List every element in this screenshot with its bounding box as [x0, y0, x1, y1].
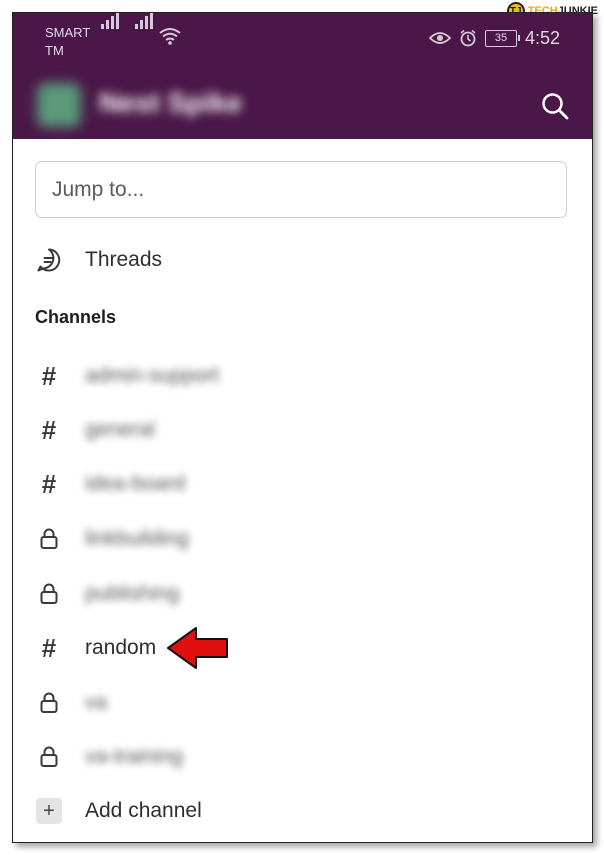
- add-channel-button[interactable]: + Add channel: [35, 791, 202, 831]
- channel-label: publishing: [85, 582, 180, 605]
- channels-heading: Channels: [35, 307, 117, 327]
- channel-label: idea-board: [85, 472, 186, 495]
- workspace-name[interactable]: Nest Spike: [99, 87, 242, 119]
- channel-item[interactable]: va-training: [35, 737, 183, 777]
- battery-icon: 35: [484, 29, 520, 47]
- eye-icon: [428, 32, 451, 44]
- add-channel-label: Add channel: [85, 799, 202, 822]
- search-button[interactable]: [540, 91, 570, 121]
- status-indicators: 35 4:52: [428, 27, 560, 49]
- channel-label: random: [85, 636, 157, 659]
- jump-to-input[interactable]: [35, 161, 567, 218]
- lock-icon: [35, 743, 63, 771]
- app-header: SMART TM 35 4:52 Nest Spike: [13, 13, 592, 139]
- hash-icon: #: [41, 469, 57, 499]
- channel-label: general: [85, 418, 156, 441]
- hash-icon: #: [41, 633, 57, 663]
- channel-item[interactable]: # idea-board: [35, 464, 186, 504]
- carrier-label: SMART TM: [45, 25, 91, 58]
- annotation-arrow: [167, 627, 228, 669]
- channel-item[interactable]: va: [35, 683, 107, 723]
- channel-label: linkbuilding: [85, 527, 189, 550]
- alarm-icon: [460, 29, 476, 47]
- channel-item-random[interactable]: # random: [35, 628, 156, 668]
- hash-icon: #: [41, 415, 57, 445]
- clock-time: 4:52: [524, 27, 560, 48]
- lock-icon: [35, 580, 63, 608]
- wifi-icon: [159, 28, 181, 45]
- threads-item[interactable]: Threads: [35, 240, 162, 280]
- phone-screen: SMART TM 35 4:52 Nest Spike Jump to... T…: [12, 12, 593, 843]
- threads-icon: [35, 246, 63, 274]
- channel-label: admin-support: [85, 364, 220, 387]
- channel-item[interactable]: linkbuilding: [35, 519, 189, 559]
- channel-label: va: [85, 691, 108, 714]
- channel-item[interactable]: publishing: [35, 574, 180, 614]
- workspace-avatar[interactable]: [37, 83, 81, 127]
- lock-icon: [35, 689, 63, 717]
- plus-icon: +: [35, 797, 63, 825]
- threads-label: Threads: [85, 248, 163, 271]
- channel-item[interactable]: # general: [35, 410, 155, 450]
- search-icon: [542, 93, 569, 120]
- lock-icon: [35, 525, 63, 553]
- hash-icon: #: [41, 361, 57, 391]
- channel-label: va-training: [85, 745, 184, 768]
- channel-item[interactable]: # admin-support: [35, 356, 219, 396]
